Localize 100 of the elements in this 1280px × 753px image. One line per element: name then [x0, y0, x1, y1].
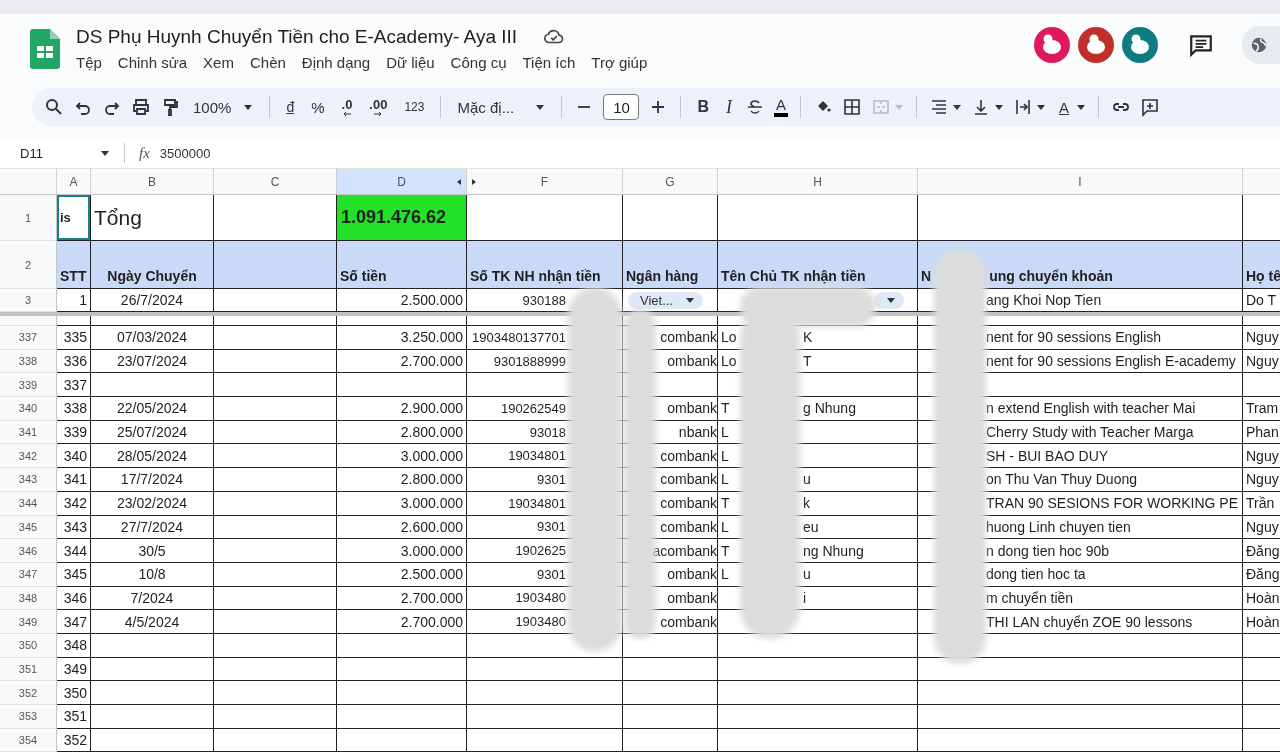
caret-icon[interactable]	[1036, 102, 1047, 112]
table-header: STT	[57, 241, 91, 289]
percent-button[interactable]: %	[307, 98, 329, 116]
table-cell: 342	[57, 491, 91, 516]
row-number[interactable]: 352	[0, 681, 57, 705]
table-cell: 26/7/2024	[91, 289, 214, 312]
row-number[interactable]: 350	[0, 633, 57, 658]
font-dropdown[interactable]: Mặc đị...	[453, 98, 550, 116]
currency-button[interactable]: đ	[282, 99, 299, 115]
document-title[interactable]: DS Phụ Huynh Chuyển Tiền cho E-Academy- Aya III	[76, 26, 518, 48]
cell-text: L	[721, 424, 729, 441]
row-number[interactable]: 342	[0, 444, 57, 469]
menu-item[interactable]: Tệp	[76, 54, 102, 71]
hidden-column-arrow-icon[interactable]	[471, 178, 477, 186]
menu-item[interactable]: Tiện ích	[522, 54, 576, 71]
text-rotation-button[interactable]: A	[1055, 98, 1074, 116]
cell-text: i	[803, 589, 807, 606]
row-number[interactable]: 353	[0, 705, 57, 729]
avatar-icon[interactable]	[1078, 27, 1114, 63]
decrease-decimal-button[interactable]: .0	[337, 97, 357, 117]
caret-icon[interactable]	[100, 148, 110, 158]
table-cell: 343	[57, 515, 91, 540]
name-box[interactable]: D11	[20, 145, 90, 161]
row-number[interactable]: 344	[0, 491, 57, 516]
menu-item[interactable]: Định dạng	[301, 54, 371, 71]
caret-icon	[243, 102, 254, 112]
bold-button[interactable]: B	[693, 98, 714, 116]
caret-icon[interactable]	[994, 102, 1005, 112]
column-header[interactable]: B	[91, 169, 214, 195]
row-number[interactable]: 348	[0, 586, 57, 611]
table-cell: 25/07/2024	[91, 420, 214, 445]
row-number[interactable]: 351	[0, 657, 57, 682]
menu-item[interactable]: Xem	[203, 54, 234, 71]
table-cell: 10/8	[91, 562, 214, 587]
globe-icon	[1250, 36, 1268, 54]
header-text: ung chuyển khoản	[989, 268, 1113, 284]
avatar-icon[interactable]	[1034, 27, 1070, 63]
table-header: Ngân hàng	[623, 241, 718, 289]
row-number[interactable]: 343	[0, 468, 57, 492]
caret-icon[interactable]	[1076, 102, 1087, 112]
row-number[interactable]: 346	[0, 539, 57, 563]
row-number[interactable]: 1	[0, 195, 57, 241]
table-cell: Tổng	[91, 195, 214, 241]
table-cell: 345	[57, 562, 91, 587]
table-cell: 344	[57, 539, 91, 563]
share-button[interactable]	[1242, 26, 1280, 64]
add-comment-icon[interactable]	[1140, 97, 1161, 117]
column-header[interactable]: G	[623, 169, 718, 195]
row-number[interactable]: 340	[0, 397, 57, 421]
row-number[interactable]: 341	[0, 420, 57, 445]
cell-text: u	[803, 566, 811, 583]
row-number[interactable]: 3	[0, 289, 57, 312]
zoom-dropdown[interactable]: 100%	[189, 98, 258, 116]
caret-icon[interactable]	[952, 102, 963, 112]
table-cell: 23/07/2024	[91, 349, 214, 374]
number-format-button[interactable]: 123	[400, 100, 429, 114]
increase-decimal-button[interactable]: .00	[365, 97, 392, 117]
sheets-logo-icon[interactable]	[30, 29, 60, 69]
menu-item[interactable]: Chỉnh sửa	[117, 54, 188, 71]
borders-icon[interactable]	[842, 97, 863, 117]
cell-text: L	[721, 471, 729, 488]
menu-item[interactable]: Trợ giúp	[591, 54, 648, 71]
menu-item[interactable]: Chèn	[249, 54, 286, 71]
column-header[interactable]: I	[918, 169, 1243, 195]
row-number[interactable]: 347	[0, 562, 57, 587]
avatar-icon[interactable]	[1122, 27, 1158, 63]
table-cell: 349	[57, 657, 91, 682]
comment-icon[interactable]	[1188, 32, 1214, 58]
menu-item[interactable]: Công cụ	[450, 54, 507, 71]
cell-text: L	[721, 447, 729, 464]
formula-field[interactable]: 3500000	[159, 145, 211, 161]
italic-button[interactable]: I	[722, 96, 737, 118]
font-size-field[interactable]: 10	[603, 94, 640, 120]
row-number[interactable]: 349	[0, 610, 57, 634]
row-number[interactable]: 339	[0, 373, 57, 398]
table-cell: 3.000.000	[337, 539, 467, 563]
column-header[interactable]: H	[718, 169, 918, 195]
column-header[interactable]: C	[214, 169, 337, 195]
print-icon[interactable]	[131, 97, 151, 117]
cell-text: ng Nhung	[803, 542, 864, 559]
row-number[interactable]: 345	[0, 515, 57, 540]
hidden-column-arrow-icon[interactable]	[456, 178, 462, 186]
column-header[interactable]: D	[337, 169, 467, 195]
menu-item[interactable]: Dữ liệu	[386, 54, 435, 71]
table-cell: 338	[57, 397, 91, 421]
column-header[interactable]: A	[57, 169, 91, 195]
header-text: N	[921, 268, 932, 284]
search-icon[interactable]	[44, 97, 64, 117]
column-header[interactable]: F	[467, 169, 623, 195]
row-number[interactable]: 2	[0, 241, 57, 289]
row-number[interactable]: 338	[0, 349, 57, 374]
table-cell: 2.700.000	[337, 586, 467, 611]
bank-dropdown-chip[interactable]: Viet...	[628, 291, 703, 309]
table-cell: 30/5	[91, 539, 214, 563]
name-dropdown-chip[interactable]	[874, 291, 904, 309]
table-cell: 2.600.000	[337, 515, 467, 540]
row-number[interactable]: 354	[0, 728, 57, 753]
text-color-button[interactable]: A	[774, 97, 789, 117]
table-cell: 335	[57, 326, 91, 350]
row-number[interactable]: 337	[0, 326, 57, 350]
